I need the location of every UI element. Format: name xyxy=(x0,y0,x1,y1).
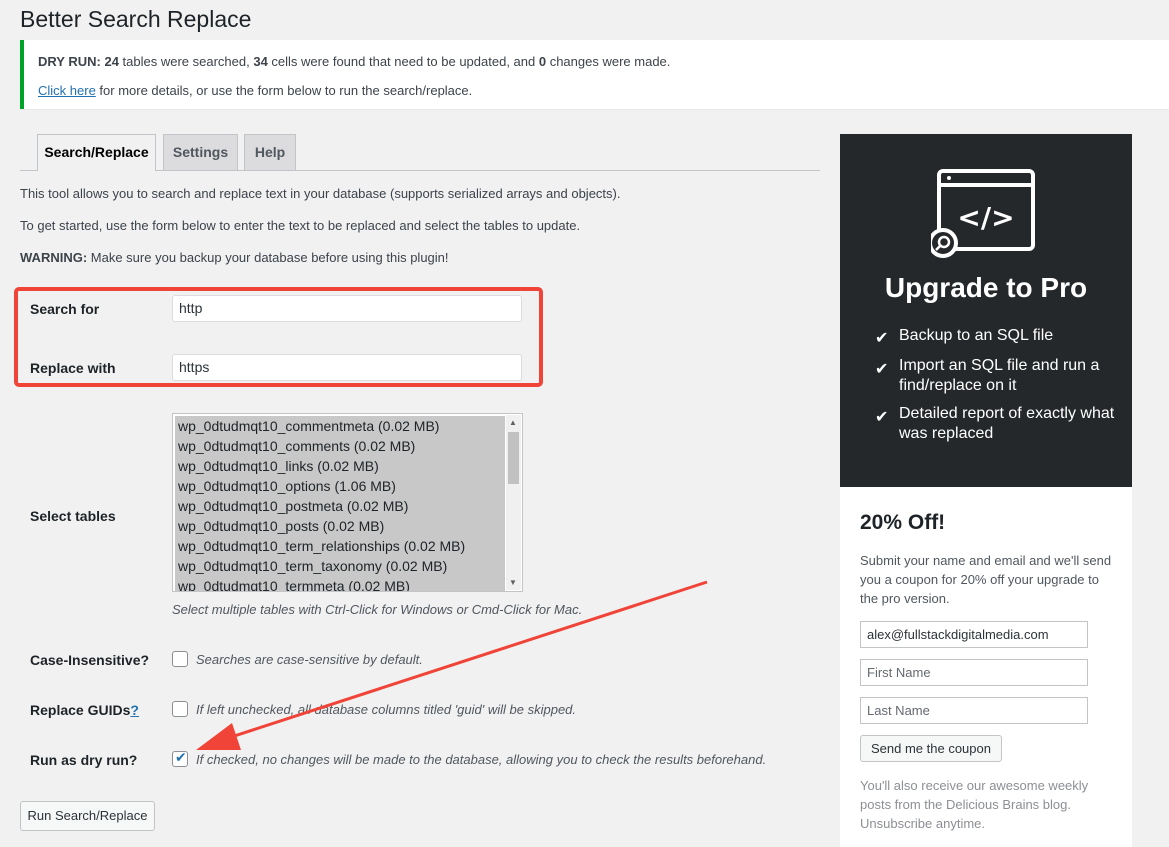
table-option[interactable]: wp_0dtudmqt10_term_relationships (0.02 M… xyxy=(175,536,505,556)
pro-title: Upgrade to Pro xyxy=(884,272,1088,303)
last-name-field[interactable]: Last Name xyxy=(860,697,1088,724)
tables-list: wp_0dtudmqt10_commentmeta (0.02 MB) wp_0… xyxy=(175,416,505,591)
notice-text-b: cells were found that need to be updated… xyxy=(267,54,539,69)
upgrade-pro-panel: </> Upgrade to Pro ✔ Backup to an SQL fi… xyxy=(840,134,1132,487)
replace-guids-checkbox[interactable] xyxy=(172,701,188,717)
replace-guids-desc: If left unchecked, all database columns … xyxy=(196,702,577,717)
notice-line-1: DRY RUN: 24 tables were searched, 34 cel… xyxy=(38,54,670,69)
changes-count: 0 xyxy=(538,54,547,69)
getting-started-text: To get started, use the form below to en… xyxy=(20,218,581,233)
scroll-thumb[interactable] xyxy=(508,432,519,484)
dry-run-checkbox[interactable]: ✔ xyxy=(172,749,188,767)
replace-guids-text: Replace GUIDs xyxy=(30,702,131,718)
select-tables-label: Select tables xyxy=(30,508,116,524)
tab-settings[interactable]: Settings xyxy=(163,134,238,170)
svg-text:</>: </> xyxy=(957,201,1014,234)
notice-text-a: tables were searched, xyxy=(118,54,254,69)
highlight-box xyxy=(14,287,543,387)
check-icon: ✔ xyxy=(875,330,889,347)
notice-line-2: Click here for more details, or use the … xyxy=(38,83,472,98)
feature-item: Backup to an SQL file xyxy=(899,327,1054,344)
coupon-panel: 20% Off! Submit your name and email and … xyxy=(840,487,1132,847)
details-link[interactable]: Click here xyxy=(38,83,96,98)
dry-run-notice: DRY RUN: 24 tables were searched, 34 cel… xyxy=(20,40,1169,109)
check-icon: ✔ xyxy=(875,409,889,426)
check-icon: ✔ xyxy=(875,361,889,378)
case-insensitive-label: Case-Insensitive? xyxy=(30,652,150,668)
coupon-desc: Submit your name and email and we'll sen… xyxy=(860,553,1112,606)
table-option[interactable]: wp_0dtudmqt10_comments (0.02 MB) xyxy=(175,436,505,456)
table-option[interactable]: wp_0dtudmqt10_links (0.02 MB) xyxy=(175,456,505,476)
dry-run-label: DRY RUN: xyxy=(38,54,101,69)
tables-scrollbar[interactable]: ▲ ▼ xyxy=(506,415,521,590)
warning-text: WARNING: Make sure you backup your datab… xyxy=(20,250,449,265)
scroll-down-icon[interactable]: ▼ xyxy=(509,578,517,587)
table-option[interactable]: wp_0dtudmqt10_commentmeta (0.02 MB) xyxy=(175,416,505,436)
tables-hint: Select multiple tables with Ctrl-Click f… xyxy=(172,602,583,617)
email-field[interactable]: alex@fullstackdigitalmedia.com xyxy=(860,621,1088,648)
run-search-replace-button[interactable]: Run Search/Replace xyxy=(20,801,155,831)
feature-item: Detailed report of exactly what was repl… xyxy=(899,405,1115,442)
feature-item: Import an SQL file and run a find/replac… xyxy=(899,357,1100,394)
intro-text: This tool allows you to search and repla… xyxy=(20,186,621,201)
notice-line2-text: for more details, or use the form below … xyxy=(95,83,473,98)
warning-message: Make sure you backup your database befor… xyxy=(87,250,449,265)
tab-help[interactable]: Help xyxy=(244,134,296,170)
cells-count: 34 xyxy=(253,54,268,69)
coupon-title: 20% Off! xyxy=(860,511,946,534)
table-option[interactable]: wp_0dtudmqt10_termmeta (0.02 MB) xyxy=(175,576,505,591)
tables-select[interactable]: wp_0dtudmqt10_commentmeta (0.02 MB) wp_0… xyxy=(172,413,523,592)
warning-label: WARNING: xyxy=(20,250,88,265)
guids-help-link[interactable]: ? xyxy=(130,702,139,718)
scroll-up-icon[interactable]: ▲ xyxy=(509,418,517,427)
table-option[interactable]: wp_0dtudmqt10_postmeta (0.02 MB) xyxy=(175,496,505,516)
notice-text-c: changes were made. xyxy=(546,54,671,69)
dry-run-desc: If checked, no changes will be made to t… xyxy=(196,752,767,767)
tab-search-replace[interactable]: Search/Replace xyxy=(37,134,156,171)
table-option[interactable]: wp_0dtudmqt10_term_taxonomy (0.02 MB) xyxy=(175,556,505,576)
code-window-icon: </> xyxy=(931,169,1035,258)
coupon-footer: You'll also receive our awesome weekly p… xyxy=(860,778,1089,831)
table-option[interactable]: wp_0dtudmqt10_posts (0.02 MB) xyxy=(175,516,505,536)
tables-count: 24 xyxy=(104,54,119,69)
page-title: Better Search Replace xyxy=(20,6,252,32)
first-name-field[interactable]: First Name xyxy=(860,659,1088,686)
case-insensitive-desc: Searches are case-sensitive by default. xyxy=(196,652,423,667)
replace-guids-label: Replace GUIDs? xyxy=(30,702,139,718)
case-insensitive-checkbox[interactable] xyxy=(172,651,188,667)
send-coupon-button[interactable]: Send me the coupon xyxy=(860,735,1002,762)
checkmark-icon: ✔ xyxy=(175,749,187,765)
dry-run-label: Run as dry run? xyxy=(30,752,138,768)
table-option[interactable]: wp_0dtudmqt10_options (1.06 MB) xyxy=(175,476,505,496)
